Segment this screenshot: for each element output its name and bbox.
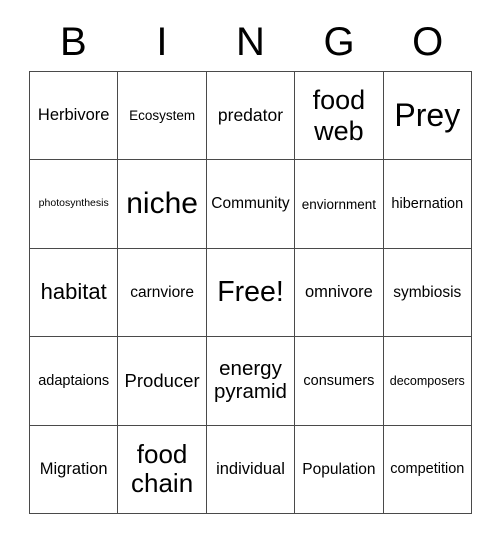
header-letter-g: G: [323, 20, 355, 64]
bingo-cell-label: Population: [302, 460, 376, 478]
bingo-cell-label: Migration: [39, 460, 108, 479]
bingo-cell[interactable]: competition: [383, 425, 472, 514]
bingo-cell-label: symbiosis: [393, 283, 462, 301]
bingo-cell-label: Ecosystem: [129, 108, 196, 124]
bingo-cell-label: Community: [211, 195, 290, 213]
bingo-cell[interactable]: photosynthesis: [30, 160, 119, 249]
bingo-cell-label: enviornment: [301, 196, 377, 212]
bingo-cell-label: photosynthesis: [38, 197, 109, 210]
bingo-cell-label: Prey: [394, 96, 461, 133]
bingo-cell-label: Free!: [217, 275, 284, 308]
bingo-cell-label: carnviore: [130, 283, 194, 301]
bingo-cell-label: adaptaions: [38, 372, 110, 389]
bingo-cell[interactable]: omnivore: [295, 248, 384, 338]
bingo-cell[interactable]: food chain: [118, 425, 207, 514]
bingo-cell-label: energy pyramid: [214, 356, 287, 403]
bingo-cell-free[interactable]: Free!: [206, 248, 296, 338]
bingo-cell-label: omnivore: [304, 283, 373, 302]
bingo-cell[interactable]: carnviore: [118, 248, 207, 338]
bingo-cell[interactable]: adaptaions: [30, 337, 119, 426]
bingo-cell-label: individual: [216, 460, 285, 479]
bingo-cell[interactable]: Producer: [118, 337, 207, 426]
bingo-cell[interactable]: enviornment: [295, 160, 384, 249]
bingo-grid: Herbivore Ecosystem predator food web Pr…: [29, 71, 472, 514]
bingo-cell-label: niche: [126, 187, 198, 221]
bingo-cell[interactable]: habitat: [30, 248, 119, 338]
bingo-cell[interactable]: symbiosis: [383, 248, 472, 338]
bingo-cell[interactable]: energy pyramid: [206, 337, 296, 426]
header-letter-o: O: [412, 20, 444, 64]
bingo-cell-label: predator: [217, 104, 284, 125]
bingo-cell-label: food web: [312, 85, 366, 146]
bingo-cell-label: Herbivore: [37, 106, 110, 125]
bingo-card: B I N G O Herbivore Ecosystem predator f…: [0, 0, 500, 544]
bingo-cell-label: Producer: [124, 369, 200, 391]
bingo-cell-label: habitat: [40, 279, 107, 305]
bingo-cell-label: food chain: [131, 439, 194, 499]
bingo-header: B I N G O: [29, 14, 472, 70]
bingo-cell[interactable]: individual: [206, 425, 296, 514]
bingo-cell[interactable]: Ecosystem: [118, 72, 207, 161]
header-letter-i: I: [156, 20, 168, 64]
bingo-cell-label: competition: [390, 461, 465, 478]
bingo-cell[interactable]: predator: [206, 72, 296, 161]
bingo-cell[interactable]: Prey: [383, 72, 472, 161]
bingo-cell[interactable]: Community: [206, 160, 296, 249]
bingo-cell[interactable]: hibernation: [383, 160, 472, 249]
header-letter-n: N: [236, 20, 265, 64]
header-letter-b: B: [59, 20, 87, 64]
bingo-cell[interactable]: Population: [295, 425, 384, 514]
bingo-cell[interactable]: niche: [118, 160, 207, 249]
bingo-cell-label: hibernation: [391, 195, 464, 212]
bingo-cell[interactable]: food web: [295, 72, 384, 161]
bingo-cell[interactable]: consumers: [295, 337, 384, 426]
bingo-cell[interactable]: decomposers: [383, 337, 472, 426]
bingo-cell[interactable]: Migration: [30, 425, 119, 514]
bingo-cell-label: consumers: [303, 372, 375, 389]
bingo-cell-label: decomposers: [389, 373, 465, 388]
bingo-cell[interactable]: Herbivore: [30, 72, 119, 161]
